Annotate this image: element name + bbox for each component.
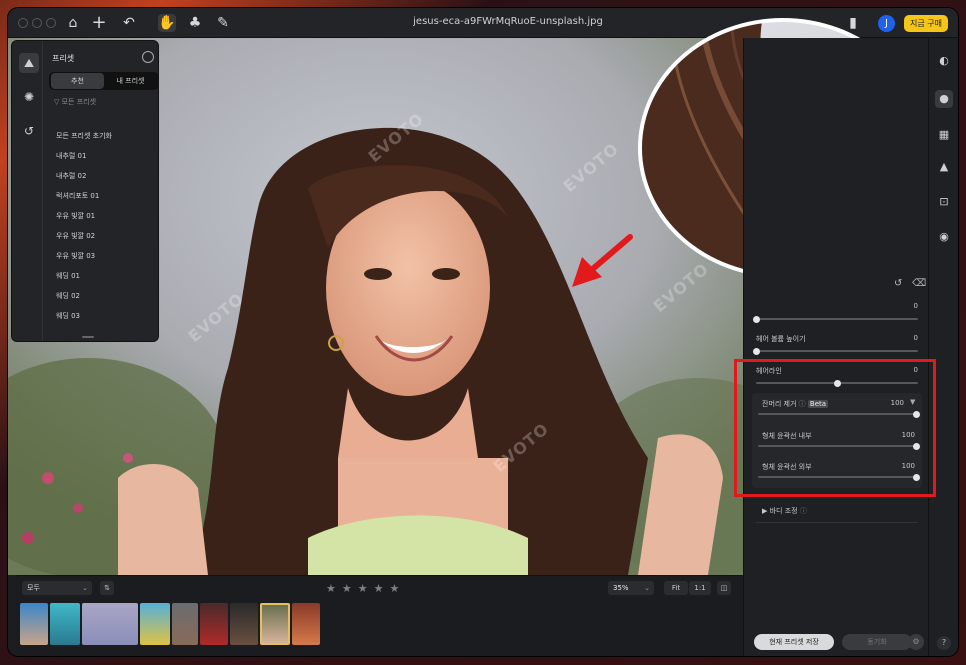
sort-icon[interactable]: ⇅	[100, 581, 114, 595]
crop-icon[interactable]: ⊡	[935, 193, 953, 211]
palette-icon[interactable]: ◐	[935, 52, 953, 70]
thumbnail[interactable]	[292, 603, 320, 645]
presets-settings-icon[interactable]	[142, 51, 154, 63]
slider-value: 0	[913, 302, 918, 310]
zoom-value: 35%	[613, 584, 629, 592]
preset-filter-label: 모든 프리셋	[61, 98, 97, 106]
thumbnail[interactable]	[82, 603, 138, 645]
chevron-down-icon: ⌄	[644, 584, 650, 592]
presets-icon[interactable]: ⛰	[19, 53, 39, 73]
fit-button[interactable]: Fit	[664, 581, 688, 595]
body-adjust-label: 바디 조정	[769, 507, 798, 515]
presets-title: 프리셋	[52, 54, 75, 63]
thumbnail[interactable]	[50, 603, 80, 645]
tab-recommended[interactable]: 추천	[51, 73, 104, 89]
preset-item[interactable]: 내추럴 01	[56, 151, 86, 161]
thumbnail-selected[interactable]	[260, 603, 290, 645]
preset-item[interactable]: 내추럴 02	[56, 171, 86, 181]
thumbnail[interactable]	[140, 603, 170, 645]
history-icon[interactable]: ↺	[19, 121, 39, 141]
presets-panel: ⛰ ✺ ↺ 프리셋 추천 내 프리셋 ▽ 모든 프리셋 모든 프리셋 초기화 내…	[11, 40, 159, 342]
buy-now-button[interactable]: 지금 구매	[904, 15, 948, 32]
help-button[interactable]: ?	[937, 636, 951, 650]
plus-icon[interactable]: +	[90, 14, 108, 32]
hand-icon[interactable]: ✋	[158, 14, 176, 32]
export-icon[interactable]: ▮	[844, 14, 862, 32]
highlight-annotation	[734, 359, 936, 497]
bandage-icon[interactable]: ✎	[214, 14, 232, 32]
adjust-panel: ↺ ⌫ 0 헤어 볼륨 높이기 0 헤어라인 0 잔머리 제거 ⓘ Beta 1…	[743, 38, 929, 656]
background-icon[interactable]: ▦	[935, 126, 953, 144]
zoom-window-button[interactable]	[46, 18, 56, 28]
slider-track[interactable]	[752, 347, 918, 355]
one-to-one-button[interactable]: 1:1	[689, 581, 711, 595]
preset-item[interactable]: 우유 빛깔 02	[56, 231, 95, 241]
close-window-button[interactable]	[18, 18, 28, 28]
thumbnail[interactable]	[230, 603, 258, 645]
face-icon[interactable]: ●	[935, 90, 953, 108]
thumbnail[interactable]	[20, 603, 48, 645]
adjust-icon[interactable]: ✺	[19, 87, 39, 107]
presets-tabs: 추천 내 프리셋	[49, 72, 159, 90]
presets-rail: ⛰ ✺ ↺	[15, 41, 43, 341]
slider-value: 0	[913, 334, 918, 342]
filter-value: 모두	[27, 584, 40, 592]
panel-top-area	[744, 38, 929, 283]
sync-button[interactable]: 동기화	[842, 634, 912, 650]
tool-rail: ◐ ● ▦ ▲ ⊡ ◉ ?	[928, 38, 958, 656]
home-icon[interactable]: ⌂	[64, 14, 82, 32]
minimize-window-button[interactable]	[32, 18, 42, 28]
app-window: ⌂ + ↶ ✋ ♣ ✎ jesus-eca-a9FWrMqRuoE-unspla…	[8, 8, 958, 656]
preset-item[interactable]: 모든 프리셋 초기화	[56, 131, 112, 141]
arrow-annotation-icon	[572, 234, 633, 287]
help-icon[interactable]: ⓘ	[800, 507, 807, 515]
thumbnail[interactable]	[200, 603, 228, 645]
preset-item[interactable]: 우유 빛깔 03	[56, 251, 95, 261]
preset-item[interactable]: 웨딩 02	[56, 291, 80, 301]
save-preset-button[interactable]: 현재 프리셋 저장	[754, 634, 834, 650]
filter-dropdown[interactable]: 모두 ⌄	[22, 581, 92, 595]
slider-label: 헤어 볼륨 높이기	[756, 335, 806, 343]
stamp-icon[interactable]: ♣	[186, 14, 204, 32]
desktop: ⌂ + ↶ ✋ ♣ ✎ jesus-eca-a9FWrMqRuoE-unspla…	[0, 0, 966, 665]
zoom-dropdown[interactable]: 35% ⌄	[608, 581, 654, 595]
filmstrip-bar: 모두 ⌄ ⇅ ★★★★★ 35% ⌄ Fit 1:1 ◫	[16, 575, 742, 656]
preset-filter[interactable]: ▽ 모든 프리셋	[54, 97, 96, 107]
preset-item[interactable]: 럭셔리포토 01	[56, 191, 99, 201]
resize-handle[interactable]	[82, 336, 94, 338]
undo-icon[interactable]: ↶	[120, 14, 138, 32]
camera-icon[interactable]: ◉	[935, 228, 953, 246]
preset-item[interactable]: 웨딩 01	[56, 271, 80, 281]
tab-my-presets[interactable]: 내 프리셋	[104, 73, 157, 89]
window-title: jesus-eca-a9FWrMqRuoE-unsplash.jpg	[413, 16, 603, 27]
preset-item[interactable]: 우유 빛깔 01	[56, 211, 95, 221]
body-adjust-section[interactable]: ▶ 바디 조정 ⓘ	[762, 506, 807, 516]
account-avatar[interactable]: J	[878, 15, 895, 32]
slider-knob[interactable]	[753, 315, 760, 323]
divider	[756, 522, 918, 523]
clothing-icon[interactable]: ▲	[935, 158, 953, 176]
reset-icon[interactable]: ↺	[894, 278, 902, 289]
preset-item[interactable]: 웨딩 03	[56, 311, 80, 321]
rating-stars[interactable]: ★★★★★	[326, 582, 405, 595]
chevron-down-icon: ⌄	[82, 584, 88, 592]
sync-settings-icon[interactable]: ⚙	[908, 634, 924, 650]
slider-knob[interactable]	[752, 347, 760, 355]
thumbnail[interactable]	[172, 603, 198, 645]
compare-icon[interactable]: ◫	[717, 581, 731, 595]
slider-track[interactable]	[753, 315, 918, 323]
eraser-icon[interactable]: ⌫	[912, 278, 926, 289]
